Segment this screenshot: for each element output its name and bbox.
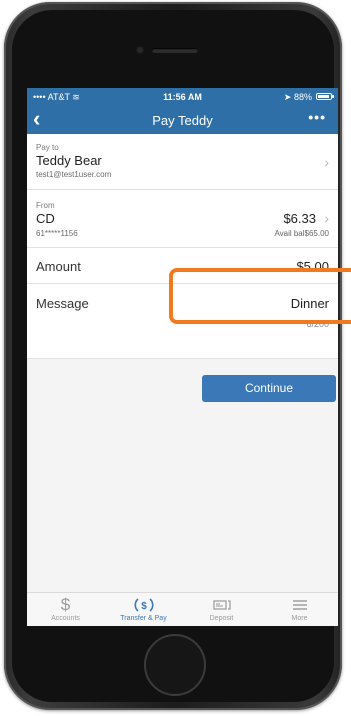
dollar-icon: $ <box>60 595 71 614</box>
chevron-right-icon: › <box>324 154 329 170</box>
message-label: Message <box>36 296 89 311</box>
tab-more[interactable]: More <box>261 593 338 626</box>
check-deposit-icon <box>183 596 260 614</box>
from-account-row[interactable]: From CD 61*****1156 $6.33 › Avail bal$65… <box>27 190 338 248</box>
battery-percent: 88% <box>293 92 312 102</box>
continue-button[interactable]: Continue <box>202 375 336 402</box>
account-name: CD <box>36 211 55 226</box>
recipient-name: Teddy Bear <box>36 153 102 168</box>
pay-to-label: Pay to <box>36 143 59 152</box>
more-options-button[interactable]: ••• <box>308 109 326 125</box>
tab-bar: $ Accounts $ Transfer & Pay Deposit More <box>27 592 338 626</box>
transfer-dollar-icon: $ <box>105 596 182 614</box>
menu-icon <box>261 596 338 614</box>
svg-text:$: $ <box>141 601 147 612</box>
battery-icon <box>316 93 334 100</box>
tab-label: More <box>291 615 308 622</box>
location-icon: ➤ <box>283 92 292 102</box>
tab-accounts[interactable]: $ Accounts <box>27 593 104 626</box>
recipient-email: test1@test1user.com <box>36 170 112 179</box>
available-balance: Avail bal$65.00 <box>274 229 329 238</box>
status-bar: •••• AT&T ≊ 11:56 AM ➤ 88% <box>27 88 338 106</box>
page-title: Pay Teddy <box>152 113 213 128</box>
payment-form: Pay to Teddy Bear test1@test1user.com › … <box>27 134 338 359</box>
chevron-right-icon: › <box>324 210 329 226</box>
tab-transfer-pay[interactable]: $ Transfer & Pay <box>105 593 182 626</box>
front-camera <box>136 46 144 54</box>
status-right: ➤ 88% <box>284 92 312 103</box>
home-button[interactable] <box>144 634 206 696</box>
app-screen: •••• AT&T ≊ 11:56 AM ➤ 88% ‹ Pay Teddy •… <box>27 88 338 626</box>
pay-to-row[interactable]: Pay to Teddy Bear test1@test1user.com › <box>27 134 338 190</box>
account-balance: $6.33 <box>283 211 316 226</box>
earpiece-speaker <box>152 48 198 53</box>
continue-highlight-annotation <box>169 268 351 324</box>
tab-label: Accounts <box>51 615 80 622</box>
from-label: From <box>36 201 55 210</box>
amount-label: Amount <box>36 259 81 274</box>
tab-deposit[interactable]: Deposit <box>183 593 260 626</box>
nav-bar: ‹ Pay Teddy ••• <box>27 106 338 134</box>
tab-label: Transfer & Pay <box>120 615 167 622</box>
tab-label: Deposit <box>209 615 234 622</box>
account-number: 61*****1156 <box>36 229 78 238</box>
